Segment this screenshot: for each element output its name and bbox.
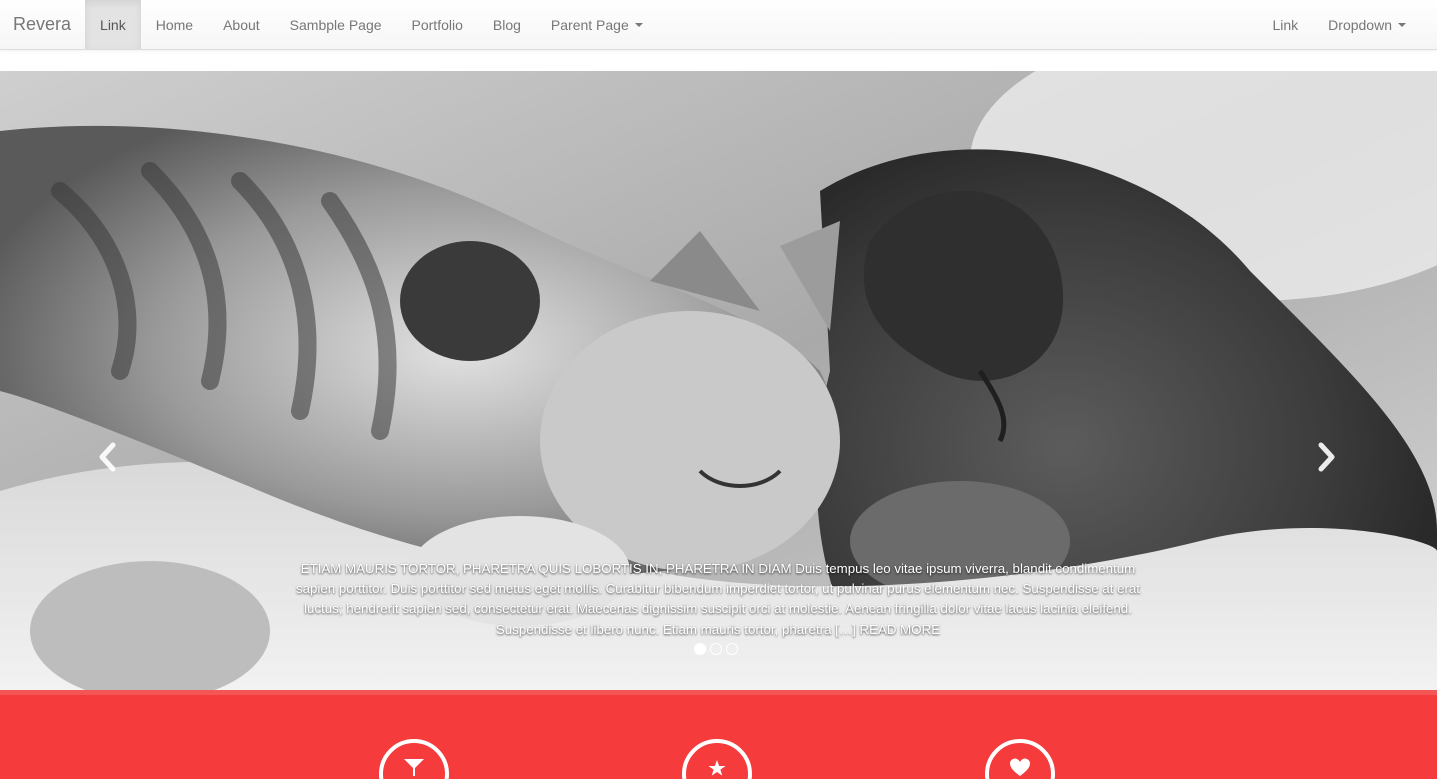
chevron-right-icon — [1318, 442, 1335, 472]
carousel-indicator[interactable] — [694, 643, 706, 655]
carousel-indicators — [694, 643, 738, 655]
feature-cocktail[interactable] — [379, 739, 449, 779]
main-nav: Link Home About Sambple Page Portfolio B… — [85, 0, 658, 49]
feature-star[interactable] — [682, 739, 752, 779]
nav-item-right-link[interactable]: Link — [1257, 0, 1313, 49]
caret-down-icon — [634, 22, 643, 27]
star-icon — [708, 760, 726, 776]
caret-down-icon — [1398, 22, 1406, 27]
nav-item-link[interactable]: Link — [85, 0, 141, 49]
caption-heading: Etiam mauris tortor, pharetra quis lobor… — [300, 561, 792, 576]
heart-icon — [1010, 758, 1030, 776]
carousel-prev-button[interactable] — [93, 439, 123, 475]
nav-item-blog[interactable]: Blog — [478, 0, 536, 49]
dropdown-label: Dropdown — [1328, 16, 1392, 33]
hero-carousel: Etiam mauris tortor, pharetra quis lobor… — [0, 71, 1437, 690]
carousel-indicator[interactable] — [726, 643, 738, 655]
carousel-indicator[interactable] — [710, 643, 722, 655]
nav-item-dropdown[interactable]: Dropdown — [1313, 0, 1421, 49]
cocktail-icon — [404, 759, 424, 776]
carousel-caption: Etiam mauris tortor, pharetra quis lobor… — [280, 559, 1156, 640]
brand-link[interactable]: Revera — [0, 0, 85, 49]
nav-item-about[interactable]: About — [208, 0, 275, 49]
feature-heart[interactable] — [985, 739, 1055, 779]
nav-item-sample-page[interactable]: Sambple Page — [275, 0, 397, 49]
features-section — [0, 690, 1437, 779]
nav-item-parent-page[interactable]: Parent Page — [536, 0, 658, 49]
chevron-left-icon — [99, 442, 116, 472]
nav-item-portfolio[interactable]: Portfolio — [397, 0, 478, 49]
top-navbar: Revera Link Home About Sambple Page Port… — [0, 0, 1437, 50]
read-more-link[interactable]: READ MORE — [860, 622, 941, 637]
nav-item-home[interactable]: Home — [141, 0, 208, 49]
secondary-nav: Link Dropdown — [1257, 0, 1421, 49]
carousel-next-button[interactable] — [1311, 439, 1341, 475]
parent-page-label: Parent Page — [550, 16, 629, 33]
